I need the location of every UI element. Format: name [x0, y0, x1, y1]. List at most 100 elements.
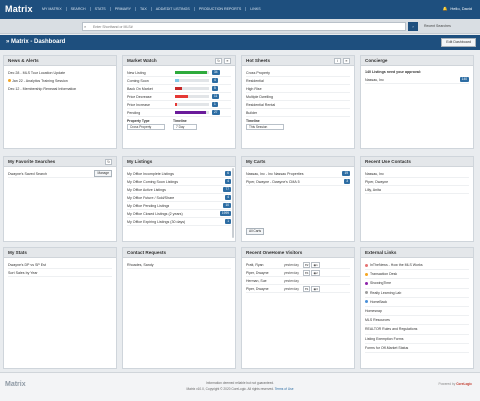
- hotsheet-item[interactable]: Multiple Dwelling: [246, 95, 273, 99]
- listing-row[interactable]: My Office Expiring Listings (30 days) 1: [127, 218, 231, 226]
- views-icon[interactable]: ◉1: [311, 261, 320, 268]
- news-item[interactable]: Dec 28 - MLS Tour Location Update: [8, 69, 112, 77]
- settings-icon[interactable]: ≡: [224, 57, 231, 64]
- saved-search-item[interactable]: Dwayne's Saved Search: [8, 172, 47, 176]
- nav-search[interactable]: SEARCH: [67, 7, 91, 11]
- concierge-item[interactable]: Nassau, Inc: [365, 78, 384, 82]
- listing-row[interactable]: My Office Incomplete Listings 6: [127, 170, 231, 178]
- hotsheet-item[interactable]: High Rise: [246, 87, 262, 91]
- views-icon[interactable]: ◉3: [311, 285, 320, 292]
- external-link[interactable]: ShowingTime: [365, 279, 469, 289]
- contact-item[interactable]: Piper, Dwayne: [365, 180, 388, 184]
- listing-row[interactable]: My Office Future / Sold/Share 4: [127, 194, 231, 202]
- search-input[interactable]: [83, 23, 383, 30]
- count-badge[interactable]: 1999: [219, 211, 231, 216]
- contact-item[interactable]: Lilly, Anita: [365, 188, 381, 192]
- market-watch-row[interactable]: Price Increase 1: [127, 101, 231, 109]
- contact-item[interactable]: Nassau, Inc: [365, 172, 384, 176]
- external-link[interactable]: Forms for Off-Market Status: [365, 344, 469, 354]
- count-badge[interactable]: 27: [212, 110, 220, 115]
- stats-item[interactable]: Dwayne's DP vs SP Est: [8, 263, 46, 267]
- count-badge[interactable]: 34: [212, 70, 220, 75]
- refresh-icon[interactable]: ↻: [105, 158, 112, 165]
- count-badge[interactable]: 10: [223, 203, 231, 208]
- listing-row[interactable]: My Office Active Listings 77: [127, 186, 231, 194]
- info-icon[interactable]: i: [334, 57, 341, 64]
- hotsheet-item[interactable]: Residential Rental: [246, 103, 275, 107]
- listing-row[interactable]: My Office Coming Soon Listings 4: [127, 178, 231, 186]
- count-badge[interactable]: 3: [344, 179, 350, 184]
- count-badge[interactable]: 11: [212, 94, 220, 99]
- all-carts-button[interactable]: All Carts: [246, 228, 265, 235]
- listing-row[interactable]: My Office Pending Listings 10: [127, 202, 231, 210]
- external-link[interactable]: MLS Resources: [365, 316, 469, 326]
- manage-button[interactable]: Manage: [94, 170, 112, 177]
- external-link[interactable]: InTheNews - How the MLS Works: [365, 261, 469, 271]
- heart-icon[interactable]: ♥1: [303, 285, 311, 292]
- settings-icon[interactable]: ≡: [343, 57, 350, 64]
- heart-icon[interactable]: ♥4: [303, 269, 311, 276]
- external-link[interactable]: Listing Exemption Forms: [365, 335, 469, 344]
- market-watch-row[interactable]: Price Decrease 11: [127, 93, 231, 101]
- cart-item[interactable]: Piper, Dwayne - Dwayne's CMA 5: [246, 180, 300, 184]
- nav-tax[interactable]: TAX: [136, 7, 152, 11]
- market-watch-row[interactable]: Coming Soon 4: [127, 77, 231, 85]
- news-item[interactable]: Dec 12 - Membership Renewal Information: [8, 85, 112, 93]
- user-menu[interactable]: 🔔 Hello, David: [442, 6, 472, 11]
- count-badge[interactable]: 4: [225, 179, 231, 184]
- count-badge[interactable]: 4: [225, 195, 231, 200]
- nav-links[interactable]: LINKS: [246, 7, 264, 11]
- hotsheet-item[interactable]: Cross Property: [246, 71, 270, 75]
- heart-icon[interactable]: ♥2: [303, 261, 311, 268]
- visitor-name[interactable]: Herman, Sue: [246, 279, 280, 283]
- property-type-select[interactable]: Cross Property: [127, 124, 165, 130]
- nav-my-matrix[interactable]: MY MATRIX: [38, 7, 67, 11]
- count-badge[interactable]: 4: [212, 78, 218, 83]
- nav-add-edit[interactable]: ADD/EDIT LISTINGS: [152, 7, 195, 11]
- cart-item[interactable]: Nassau, Inc - Inc Nassau Properties: [246, 172, 304, 176]
- bell-icon[interactable]: 🔔: [442, 6, 447, 11]
- views-icon[interactable]: ◉2: [311, 269, 320, 276]
- count-badge[interactable]: 1: [212, 102, 218, 107]
- visitor-row[interactable]: Pratt, Ryan yesterday ♥2 ◉1: [246, 261, 350, 269]
- nav-stats[interactable]: STATS: [91, 7, 111, 11]
- count-badge[interactable]: 5: [212, 86, 218, 91]
- count-badge[interactable]: 77: [223, 187, 231, 192]
- nav-reports[interactable]: PRODUCTION REPORTS: [195, 7, 247, 11]
- refresh-icon[interactable]: ↻: [215, 57, 222, 64]
- count-badge[interactable]: 6: [225, 171, 231, 176]
- external-link[interactable]: HomeBack: [365, 298, 469, 308]
- count-badge[interactable]: 19: [342, 171, 350, 176]
- nav-primary[interactable]: PRIMARY: [111, 7, 136, 11]
- search-button[interactable]: ›: [408, 22, 418, 31]
- visitor-name[interactable]: Pratt, Ryan: [246, 263, 280, 267]
- recent-searches-link[interactable]: Recent Searches: [424, 24, 451, 28]
- market-watch-row[interactable]: Pending 27: [127, 109, 231, 117]
- matrix-logo[interactable]: Matrix: [5, 4, 33, 14]
- market-watch-row[interactable]: New Listing 34: [127, 69, 231, 77]
- terms-link[interactable]: Terms of Use: [275, 387, 294, 391]
- visitor-row[interactable]: Piper, Dwayne yesterday ♥1 ◉3: [246, 285, 350, 293]
- external-link[interactable]: Realty Learning Lab: [365, 289, 469, 298]
- user-greeting[interactable]: Hello, David: [450, 6, 472, 11]
- external-link[interactable]: REALTOR Rules and Regulations: [365, 325, 469, 335]
- external-link[interactable]: Transaction Desk: [365, 270, 469, 280]
- hotsheet-item[interactable]: Residential: [246, 79, 264, 83]
- visitor-row[interactable]: Herman, Sue yesterday: [246, 277, 350, 285]
- timeline-select[interactable]: This Session: [246, 124, 284, 130]
- external-link[interactable]: Homesnap: [365, 307, 469, 317]
- count-badge[interactable]: 140: [459, 77, 469, 82]
- timeline-select[interactable]: 7 Day: [173, 124, 197, 130]
- request-item[interactable]: Rhoades, Sandy: [127, 263, 154, 267]
- market-watch-row[interactable]: Back On Market 5: [127, 85, 231, 93]
- count-badge[interactable]: 1: [225, 219, 231, 224]
- visitor-row[interactable]: Piper, Dwayne yesterday ♥4 ◉2: [246, 269, 350, 277]
- scrollbar[interactable]: [232, 168, 234, 238]
- edit-dashboard-button[interactable]: Edit Dashboard: [441, 38, 476, 47]
- stats-item[interactable]: Sort Sales by Year: [8, 271, 38, 275]
- visitor-name[interactable]: Piper, Dwayne: [246, 271, 280, 275]
- visitor-name[interactable]: Piper, Dwayne: [246, 287, 280, 291]
- listing-row[interactable]: My Office Closed Listings (2 years) 1999: [127, 210, 231, 218]
- hotsheet-item[interactable]: Builder: [246, 111, 257, 115]
- news-item[interactable]: Jan 22 - Analytics Training Session: [8, 77, 112, 85]
